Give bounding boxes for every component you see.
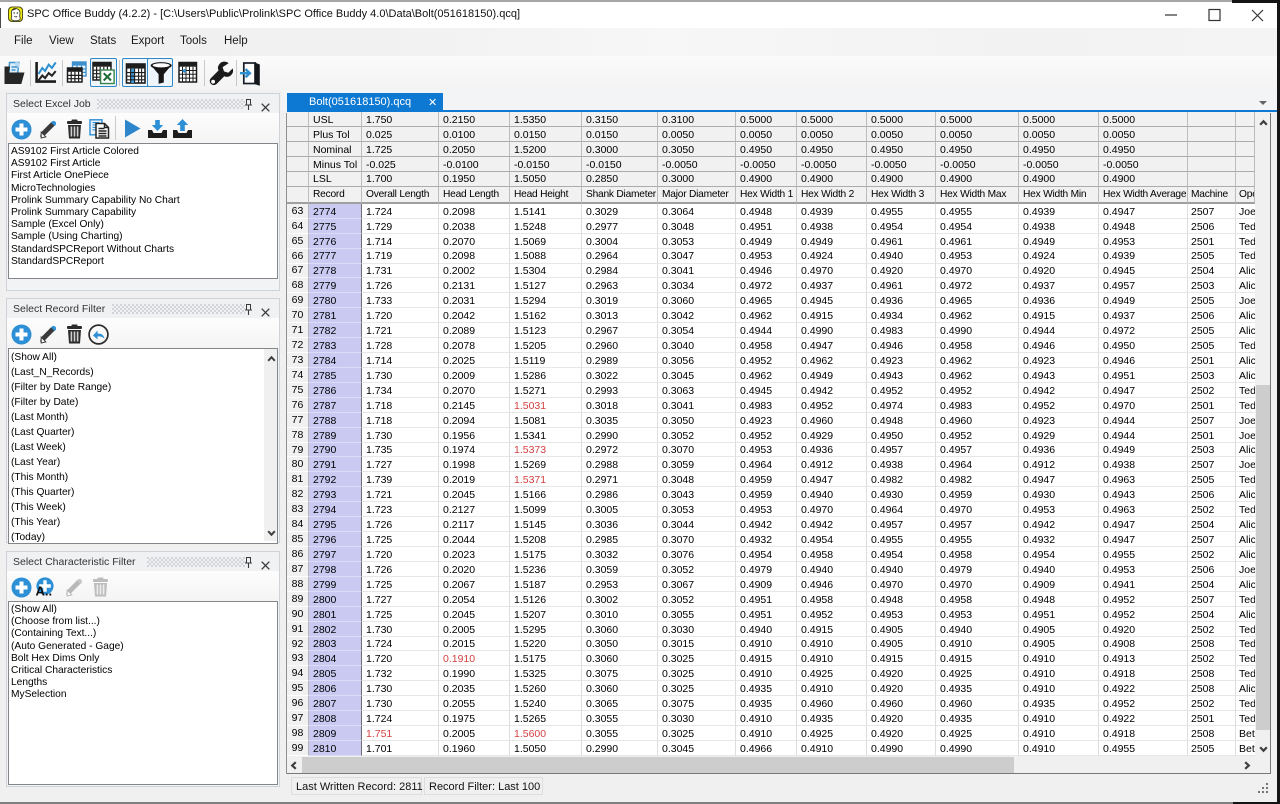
svg-text:A..: A.. (36, 584, 53, 599)
